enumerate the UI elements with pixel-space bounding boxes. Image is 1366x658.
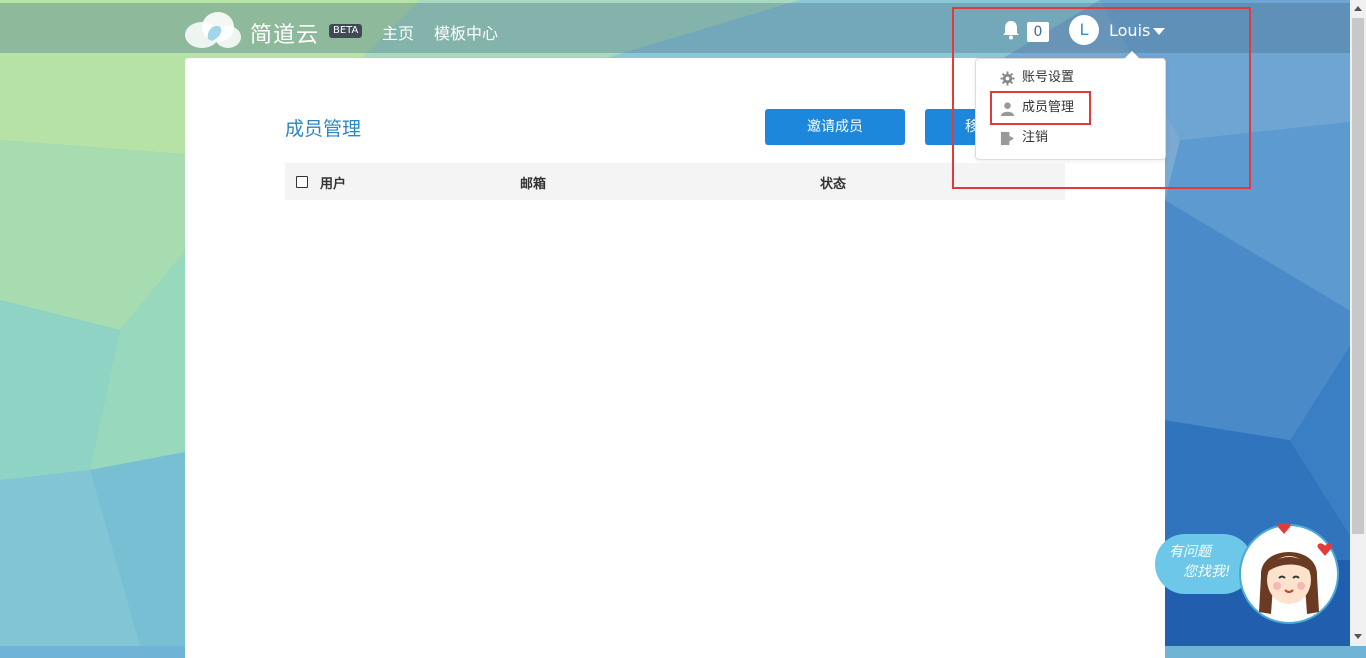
top-navigation-bar: 简道云 BETA 主页 模板中心 0 L Louis: [0, 3, 1350, 53]
scrollbar-thumb[interactable]: [1352, 18, 1364, 534]
logout-icon: [1000, 131, 1015, 146]
username-menu-trigger[interactable]: Louis: [1109, 21, 1150, 40]
help-bubble-text: 有问题 您找我!: [1169, 542, 1231, 582]
help-assistant-widget[interactable]: 有问题 您找我!: [1155, 522, 1340, 628]
vertical-scrollbar[interactable]: [1350, 0, 1366, 646]
scroll-down-arrow-icon[interactable]: [1354, 634, 1362, 639]
cloud-logo-icon[interactable]: [184, 9, 242, 49]
scroll-up-arrow-icon[interactable]: [1354, 6, 1362, 11]
nav-template-center-link[interactable]: 模板中心: [434, 20, 498, 44]
dropdown-item-label: 注销: [1022, 130, 1049, 145]
gear-icon: [1000, 71, 1015, 86]
heart-icon: [1277, 523, 1291, 534]
avatar[interactable]: L: [1069, 15, 1099, 45]
column-header-user: 用户: [320, 177, 347, 192]
notification-count-badge[interactable]: 0: [1027, 22, 1049, 42]
dropdown-item-label: 成员管理: [1022, 100, 1075, 115]
member-table-header: 用户 邮箱 状态: [285, 163, 1065, 200]
assistant-avatar: [1239, 524, 1339, 624]
assistant-girl-icon: [1259, 552, 1319, 614]
user-dropdown-menu: 账号设置 成员管理 注销: [975, 51, 1166, 160]
column-header-status: 状态: [820, 177, 847, 192]
select-all-checkbox[interactable]: [296, 176, 308, 188]
page-title: 成员管理: [285, 118, 362, 140]
chevron-down-icon[interactable]: [1153, 28, 1165, 35]
beta-badge: BETA: [329, 24, 363, 38]
column-header-email: 邮箱: [520, 177, 547, 192]
heart-icon: [1317, 543, 1333, 556]
nav-home-link[interactable]: 主页: [382, 20, 414, 44]
user-icon: [1000, 102, 1015, 116]
invite-member-button[interactable]: 邀请成员: [765, 109, 905, 145]
bell-icon[interactable]: [1002, 20, 1020, 40]
dropdown-arrow: [1124, 51, 1140, 59]
help-line-1: 有问题: [1169, 544, 1211, 560]
help-line-2: 您找我!: [1183, 564, 1231, 580]
logo-text: 简道云: [250, 23, 320, 48]
dropdown-item-label: 账号设置: [1022, 70, 1075, 85]
